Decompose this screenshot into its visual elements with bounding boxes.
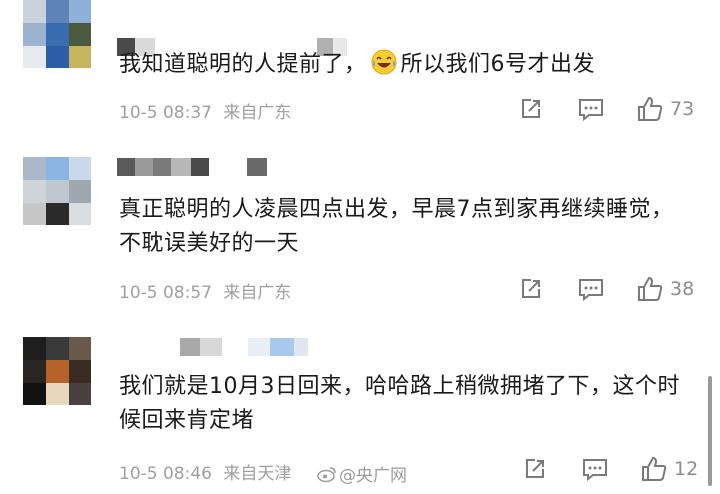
comment-text: 我们就是10月3日回来，哈哈路上稍微拥堵了下，这个时候回来肯定堵	[119, 374, 680, 433]
comment-meta: 10-5 08:46 来自天津	[119, 459, 291, 484]
avatar[interactable]	[23, 157, 91, 225]
comment-text: 我知道聪明的人提前了， 所以我们6号才出发	[119, 48, 709, 82]
comment-date: 10-5 08:37	[119, 103, 212, 123]
laughing-crying-emoji-icon	[371, 49, 397, 75]
share-button[interactable]	[522, 454, 548, 484]
share-button[interactable]	[518, 274, 544, 304]
comment-actions: 73	[518, 94, 708, 124]
scrollbar[interactable]	[708, 376, 712, 486]
comment-location: 来自天津	[223, 464, 292, 484]
comment-location: 来自广东	[223, 103, 292, 123]
watermark-text: @央广网	[339, 466, 407, 486]
like-button[interactable]: 73	[636, 94, 694, 124]
like-count: 73	[670, 98, 695, 120]
comment-text-part2: 所以我们6号才出发	[400, 52, 596, 77]
comment-actions: 38	[518, 274, 708, 304]
share-icon	[526, 459, 544, 478]
username-redacted[interactable]	[180, 338, 320, 356]
username-redacted[interactable]	[117, 158, 277, 176]
weibo-icon	[317, 466, 336, 482]
like-button[interactable]: 38	[636, 274, 694, 304]
comment-icon	[579, 99, 603, 122]
comment-meta: 10-5 08:57 来自广东	[119, 278, 291, 303]
thumbs-up-icon	[642, 456, 667, 481]
comment-text-part1: 我知道聪明的人提前了，	[119, 52, 367, 77]
watermark: @央广网	[317, 461, 407, 486]
comment-button[interactable]	[577, 274, 605, 304]
comment-actions: 12	[518, 454, 708, 484]
avatar[interactable]	[23, 0, 91, 68]
comment-date: 10-5 08:46	[119, 464, 212, 484]
share-icon	[522, 99, 540, 118]
thumbs-up-icon	[638, 96, 663, 121]
comment-date: 10-5 08:57	[119, 283, 212, 303]
comment-text: 真正聪明的人凌晨四点出发，早晨7点到家再继续睡觉，不耽误美好的一天	[119, 197, 674, 256]
comment-icon	[583, 459, 607, 482]
like-count: 38	[670, 278, 695, 300]
comment-icon	[579, 279, 603, 302]
share-icon	[522, 279, 540, 298]
comment-meta: 10-5 08:37 来自广东	[119, 98, 291, 123]
thumbs-up-icon	[638, 276, 663, 301]
comment-button[interactable]	[581, 454, 609, 484]
like-button[interactable]: 12	[640, 454, 698, 484]
avatar[interactable]	[23, 337, 91, 405]
comment-button[interactable]	[577, 94, 605, 124]
comment-location: 来自广东	[223, 283, 292, 303]
share-button[interactable]	[518, 94, 544, 124]
like-count: 12	[674, 458, 699, 480]
